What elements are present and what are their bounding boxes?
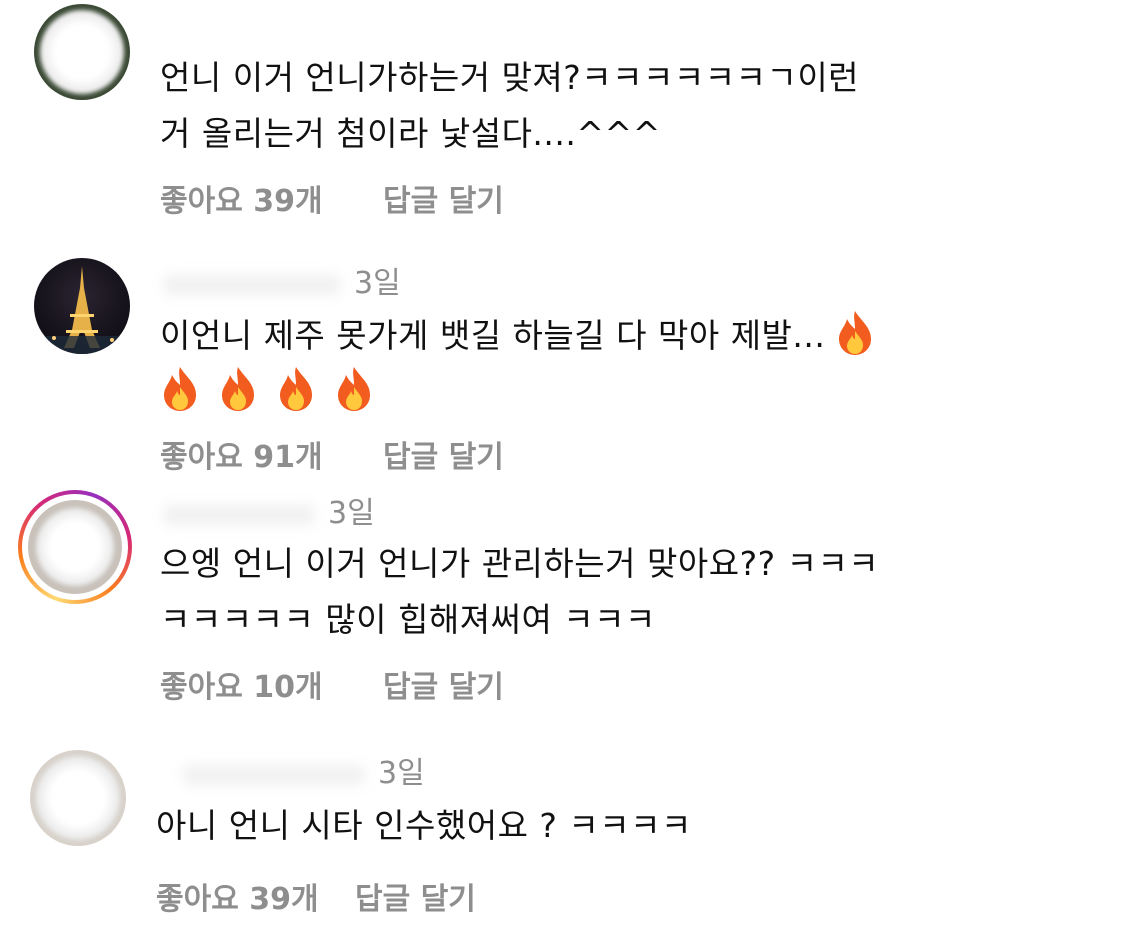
eiffel-tower-icon	[34, 266, 130, 354]
avatar-story-ring[interactable]	[18, 490, 132, 604]
comment-text: 으엥 언니 이거 언니가 관리하는거 맞아요?? ㅋㅋㅋ ㅋㅋㅋㅋㅋ 많이 힙해…	[160, 544, 880, 639]
like-count[interactable]: 좋아요 39개	[156, 874, 319, 918]
comment-meta: 좋아요 10개 답글 달기	[160, 662, 504, 706]
avatar[interactable]	[30, 750, 126, 846]
like-count[interactable]: 좋아요 91개	[160, 432, 323, 476]
reply-button[interactable]: 답글 달기	[383, 662, 504, 706]
comment-username[interactable]: 3일	[184, 748, 425, 792]
username-blurred	[184, 764, 364, 785]
comment-text: 이언니 제주 못가게 뱃길 하늘길 다 막아 제발...	[160, 308, 1060, 420]
comment-username[interactable]: 3일	[164, 258, 401, 302]
comment-text: 아니 언니 시타 인수했어요 ? ㅋㅋㅋㅋ	[156, 806, 692, 845]
comment-username[interactable]: 3일	[164, 488, 375, 532]
avatar[interactable]	[34, 4, 130, 100]
like-count[interactable]: 좋아요 10개	[160, 662, 323, 706]
username-blurred	[164, 504, 314, 525]
like-count[interactable]: 좋아요 39개	[160, 176, 323, 220]
fire-icon	[334, 365, 374, 411]
reply-button[interactable]: 답글 달기	[383, 432, 504, 476]
reply-button[interactable]: 답글 달기	[355, 874, 476, 918]
comment-meta: 좋아요 39개 답글 달기	[160, 176, 504, 220]
reply-button[interactable]: 답글 달기	[383, 176, 504, 220]
username-blurred	[164, 274, 340, 295]
fire-icon	[160, 365, 200, 411]
comment-time: 3일	[328, 496, 375, 531]
fire-icon	[276, 365, 316, 411]
comment-meta: 좋아요 39개 답글 달기	[156, 874, 476, 918]
comment-time: 3일	[378, 756, 425, 791]
fire-icon	[218, 365, 258, 411]
comment-time: 3일	[354, 266, 401, 301]
fire-icon	[835, 309, 875, 355]
comment-text: 언니 이거 언니가하는거 맞져?ㅋㅋㅋㅋㅋㅋㄱ이런 거 올리는거 첨이라 낯설다…	[160, 58, 860, 153]
avatar[interactable]	[34, 258, 130, 354]
comment-meta: 좋아요 91개 답글 달기	[160, 432, 504, 476]
